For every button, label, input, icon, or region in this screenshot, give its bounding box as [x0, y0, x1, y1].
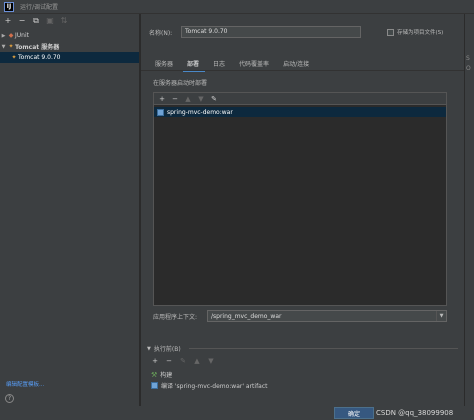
- config-editor: 名称(N): Tomcat 9.0.70 存储为项目文件(S) 服务器 部署 日…: [141, 14, 464, 406]
- help-icon[interactable]: ?: [5, 394, 14, 403]
- tomcat-icon: ✦: [8, 43, 14, 50]
- store-label: 存储为项目文件(S): [397, 30, 444, 36]
- remove-task-button[interactable]: −: [165, 357, 173, 365]
- task-label: 编译 'spring-mvc-demo:war' artifact: [161, 383, 268, 390]
- remove-config-button[interactable]: −: [18, 17, 26, 25]
- name-field[interactable]: Tomcat 9.0.70: [181, 26, 361, 38]
- chevron-right-icon[interactable]: ▶: [0, 33, 7, 39]
- chevron-down-icon[interactable]: ▼: [0, 44, 7, 50]
- list-item[interactable]: 编译 'spring-mvc-demo:war' artifact: [151, 381, 268, 390]
- move-up-button[interactable]: ▲: [193, 357, 201, 365]
- title-bar: IJ 运行/调试配置: [0, 0, 474, 14]
- right-gutter: S O: [464, 14, 474, 406]
- list-item[interactable]: ⚒ 构建: [151, 370, 173, 380]
- deploy-section-label: 在服务器启动时部署: [153, 80, 208, 87]
- chevron-down-icon[interactable]: ▼: [147, 346, 151, 352]
- context-value[interactable]: /spring_mvc_demo_war: [208, 313, 436, 320]
- chevron-down-icon[interactable]: ▼: [436, 311, 446, 321]
- app-icon: IJ: [4, 1, 14, 12]
- before-launch-label: 执行前(B): [153, 346, 181, 353]
- tree-item-label: Tomcat 9.0.70: [18, 54, 61, 61]
- tree-item-junit[interactable]: ▶ ◆ JUnit: [0, 30, 139, 41]
- gutter-text: S O: [466, 55, 471, 72]
- artifact-icon: [157, 108, 164, 116]
- junit-icon: ◆: [8, 32, 14, 39]
- tree-item-tomcat-9[interactable]: ✦ Tomcat 9.0.70: [0, 52, 139, 63]
- tab-divider: [141, 70, 464, 71]
- task-label: 构建: [160, 372, 173, 379]
- list-item[interactable]: spring-mvc-demo:war: [154, 107, 446, 117]
- edit-artifact-button[interactable]: ✎: [210, 95, 218, 103]
- move-up-button[interactable]: ▲: [184, 95, 192, 103]
- bottom-bar: 确定 CSDN @qq_38099908: [0, 406, 474, 420]
- before-launch-toolbar: + − ✎ ▲ ▼: [151, 357, 215, 365]
- copy-config-button[interactable]: ⧉: [32, 17, 40, 25]
- tree-item-label: Tomcat 服务器: [15, 44, 60, 51]
- artifact-icon: [151, 382, 158, 389]
- context-row: 应用程序上下文: /spring_mvc_demo_war ▼: [153, 310, 447, 322]
- configurations-sidebar: + − ⧉ ▣ ⇅ ▶ ◆ JUnit ▼ ✦ Tomcat 服务器 ✦ Tom…: [0, 14, 140, 406]
- name-row: 名称(N): Tomcat 9.0.70: [149, 26, 361, 38]
- deployment-list: + − ▲ ▼ ✎ spring-mvc-demo:war: [153, 92, 447, 306]
- move-down-button[interactable]: ▼: [207, 357, 215, 365]
- add-artifact-button[interactable]: +: [158, 95, 166, 103]
- divider: [189, 348, 458, 349]
- remove-artifact-button[interactable]: −: [171, 95, 179, 103]
- add-config-button[interactable]: +: [4, 17, 12, 25]
- before-launch-header[interactable]: ▼ 执行前(B): [147, 344, 181, 354]
- edit-task-button[interactable]: ✎: [179, 357, 187, 365]
- store-as-project-file[interactable]: 存储为项目文件(S): [387, 28, 443, 36]
- context-label: 应用程序上下文:: [153, 313, 198, 321]
- config-tree: ▶ ◆ JUnit ▼ ✦ Tomcat 服务器 ✦ Tomcat 9.0.70: [0, 30, 139, 63]
- window-title: 运行/调试配置: [20, 4, 59, 11]
- ok-button[interactable]: 确定: [334, 407, 374, 419]
- tree-item-tomcat-server[interactable]: ▼ ✦ Tomcat 服务器: [0, 41, 139, 52]
- sidebar-toolbar: + − ⧉ ▣ ⇅: [0, 14, 139, 28]
- add-task-button[interactable]: +: [151, 357, 159, 365]
- tomcat-icon: ✦: [11, 54, 17, 61]
- watermark: CSDN @qq_38099908: [376, 409, 454, 417]
- artifact-label: spring-mvc-demo:war: [167, 108, 233, 116]
- store-checkbox[interactable]: [387, 28, 394, 36]
- move-down-button[interactable]: ▼: [197, 95, 205, 103]
- save-config-button[interactable]: ▣: [46, 17, 54, 25]
- tree-item-label: JUnit: [15, 32, 29, 39]
- edit-templates-link[interactable]: 编辑配置模板...: [6, 380, 44, 388]
- context-combobox[interactable]: /spring_mvc_demo_war ▼: [207, 310, 447, 322]
- build-icon: ⚒: [151, 370, 158, 379]
- sort-config-button[interactable]: ⇅: [60, 17, 68, 25]
- deploy-toolbar: + − ▲ ▼ ✎: [154, 93, 446, 105]
- name-label: 名称(N):: [149, 29, 173, 37]
